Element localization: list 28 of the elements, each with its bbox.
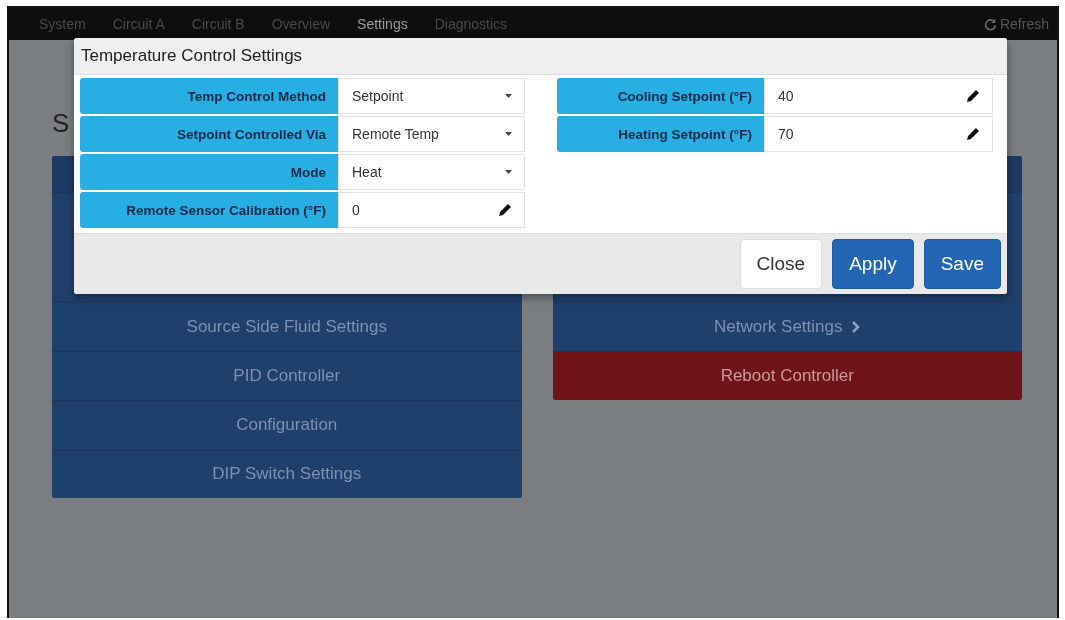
field-label: Remote Sensor Calibration (°F) xyxy=(80,192,338,228)
nav-tab[interactable]: Settings xyxy=(357,16,408,32)
field-label: Heating Setpoint (°F) xyxy=(557,116,764,152)
dialog-button[interactable]: Save xyxy=(923,239,1001,289)
dialog-button[interactable]: Apply xyxy=(832,239,914,289)
dialog-title: Temperature Control Settings xyxy=(81,46,303,66)
pencil-icon xyxy=(966,127,980,141)
refresh-button[interactable]: Refresh xyxy=(983,16,1049,32)
select-field[interactable]: Setpoint xyxy=(338,78,525,114)
select-field[interactable]: Remote Temp xyxy=(338,116,525,152)
menu-item[interactable]: Reboot Controller xyxy=(552,351,1022,400)
menu-item[interactable]: DIP Switch Settings xyxy=(52,449,522,498)
input-field[interactable]: 40 xyxy=(764,78,993,114)
field-label: Setpoint Controlled Via xyxy=(80,116,338,152)
field-label: Mode xyxy=(80,154,338,190)
field-label: Temp Control Method xyxy=(80,78,338,114)
caret-icon xyxy=(505,170,512,174)
select-field[interactable]: Heat xyxy=(338,154,525,190)
input-field[interactable]: 70 xyxy=(764,116,993,152)
caret-icon xyxy=(505,94,512,98)
field-label: Cooling Setpoint (°F) xyxy=(557,78,764,114)
caret-icon xyxy=(505,132,512,136)
page-title: S xyxy=(52,108,70,140)
pencil-icon xyxy=(498,203,512,217)
pencil-icon xyxy=(966,89,980,103)
refresh-icon xyxy=(983,17,997,31)
dialog-button[interactable]: Close xyxy=(739,239,823,289)
input-field[interactable]: 0 xyxy=(338,192,525,228)
